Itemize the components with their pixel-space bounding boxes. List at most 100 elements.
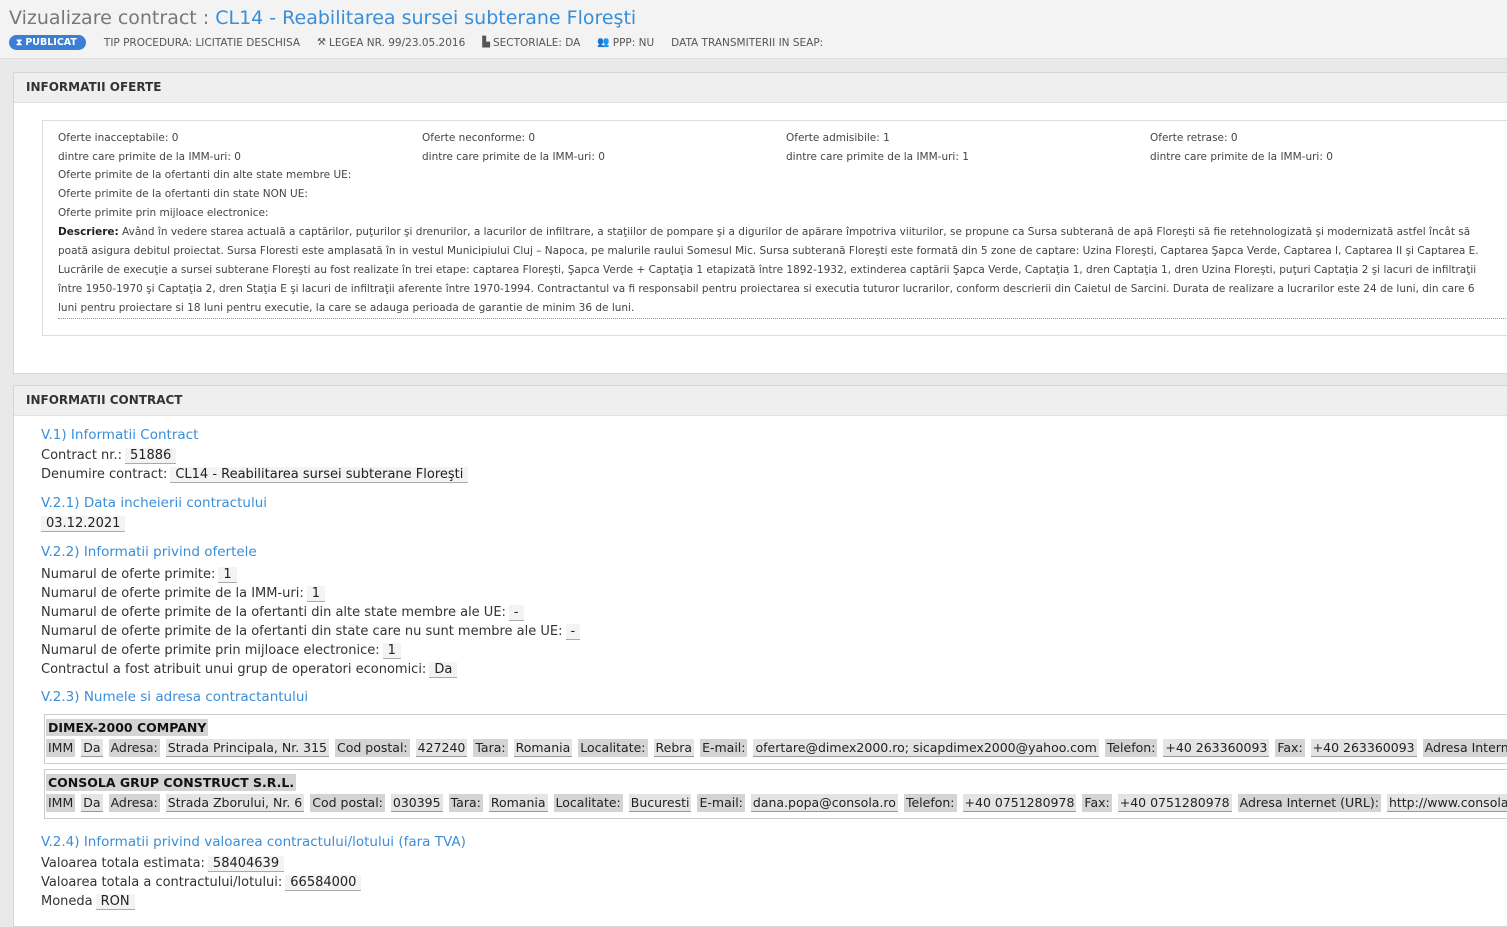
section-v23-heading: V.2.3) Numele si adresa contractantului bbox=[41, 689, 309, 705]
contractor-value: Strada Principala, Nr. 315 bbox=[165, 739, 330, 757]
contractor-value: Romania bbox=[488, 794, 548, 812]
offers-count-cell: Oferte neconforme: 0 bbox=[422, 131, 536, 144]
contractor-field: Tara: bbox=[473, 739, 508, 757]
page-header: Vizualizare contract : CL14 - Reabilitar… bbox=[0, 0, 1507, 59]
grup-label: Contractul a fost atribuit unui grup de … bbox=[41, 662, 427, 677]
contractor-email[interactable]: ofertare@dimex2000.ro; sicapdimex2000@ya… bbox=[753, 739, 1099, 757]
contractor-name: DIMEX-2000 COMPANY bbox=[46, 719, 209, 736]
grup-value: Da bbox=[429, 662, 458, 678]
industry-icon: ▙ bbox=[482, 37, 490, 48]
contractor-field: Cod postal: bbox=[310, 794, 385, 812]
ppp-label: PPP: NU bbox=[612, 36, 655, 49]
nr-ue-label: Numarul de oferte primite de la ofertant… bbox=[41, 605, 506, 620]
moneda-value: RON bbox=[95, 894, 135, 910]
contractor-value: +40 263360093 bbox=[1163, 739, 1270, 757]
val-estimata-field: Valoarea totala estimata: 58404639 bbox=[41, 856, 285, 872]
section-v24-heading: V.2.4) Informatii privind valoarea contr… bbox=[41, 834, 466, 850]
offers-info-box: Oferte inacceptabile: 0 Oferte neconform… bbox=[42, 120, 1507, 336]
contractor-field: Adresa: bbox=[108, 739, 160, 757]
val-totala-field: Valoarea totala a contractului/lotului: 6… bbox=[41, 875, 362, 891]
contract-nr-value: 51886 bbox=[124, 448, 177, 464]
offers-description: Descriere: Având în vedere starea actual… bbox=[58, 223, 1488, 318]
contractor-field: IMM bbox=[46, 794, 76, 812]
offers-lines: Oferte primite de la ofertanti din alte … bbox=[58, 166, 1507, 318]
contractor-card: DIMEX-2000 COMPANY IMM Da Adresa: Strada… bbox=[44, 714, 1507, 764]
offers-imm-cell: dintre care primite de la IMM-uri: 0 bbox=[58, 150, 241, 163]
val-totala-value: 66584000 bbox=[285, 875, 362, 891]
offers-panel: INFORMATII OFERTE Oferte inacceptabile: … bbox=[13, 72, 1507, 374]
nr-oferte-value: 1 bbox=[218, 567, 237, 583]
contractor-field: Fax: bbox=[1082, 794, 1112, 812]
legea-item: ⚒ LEGEA NR. 99/23.05.2016 bbox=[317, 37, 465, 49]
status-badge-label: PUBLICAT bbox=[25, 37, 77, 48]
contractor-email[interactable]: dana.popa@consola.ro bbox=[750, 794, 898, 812]
contractor-card: CONSOLA GRUP CONSTRUCT S.R.L. IMM Da Adr… bbox=[44, 769, 1507, 819]
contract-panel-heading: INFORMATII CONTRACT bbox=[14, 386, 1507, 416]
nr-ue-value: - bbox=[508, 605, 524, 621]
contractor-field: Adresa Internet (URL): bbox=[1422, 739, 1507, 757]
ppp-item: 👥 PPP: NU bbox=[597, 37, 654, 49]
val-estimata-label: Valoarea totala estimata: bbox=[41, 856, 205, 871]
contractor-url[interactable]: http://www.consola.ro/ bbox=[1386, 794, 1507, 812]
contractor-value: 427240 bbox=[415, 739, 468, 757]
section-v1-heading: V.1) Informatii Contract bbox=[41, 427, 199, 443]
page-title: Vizualizare contract : CL14 - Reabilitar… bbox=[9, 7, 636, 29]
nr-non-ue-label: Numarul de oferte primite de la ofertant… bbox=[41, 624, 563, 639]
contractor-details: IMM Da Adresa: Strada Zborului, Nr. 6 Co… bbox=[46, 794, 1507, 812]
contractor-field: Fax: bbox=[1275, 739, 1305, 757]
contractor-field: Tara: bbox=[448, 794, 483, 812]
val-totala-label: Valoarea totala a contractului/lotului: bbox=[41, 875, 283, 890]
users-icon: 👥 bbox=[597, 37, 610, 48]
offers-count-cell: Oferte admisibile: 1 bbox=[786, 131, 890, 144]
data-field: 03.12.2021 bbox=[41, 516, 126, 532]
offers-imm-row: dintre care primite de la IMM-uri: 0 din… bbox=[58, 147, 1507, 166]
offers-counts-grid: Oferte inacceptabile: 0 Oferte neconform… bbox=[58, 128, 1507, 166]
contract-panel: INFORMATII CONTRACT V.1) Informatii Cont… bbox=[13, 385, 1507, 927]
moneda-label: Moneda bbox=[41, 894, 93, 909]
contractor-field: Cod postal: bbox=[335, 739, 410, 757]
contractor-value: +40 0751280978 bbox=[962, 794, 1077, 812]
nr-oferte-label: Numarul de oferte primite: bbox=[41, 567, 216, 582]
nr-electronic-label: Numarul de oferte primite prin mijloace … bbox=[41, 643, 380, 658]
section-v21-heading: V.2.1) Data incheierii contractului bbox=[41, 495, 268, 511]
denumire-value: CL14 - Reabilitarea sursei subterane Flo… bbox=[170, 467, 469, 483]
contractor-field: Telefon: bbox=[1104, 739, 1158, 757]
contractor-field: Adresa: bbox=[108, 794, 160, 812]
data-transmiterii: DATA TRANSMITERII IN SEAP: bbox=[671, 36, 824, 49]
offers-non-ue-line: Oferte primite de la ofertanti din state… bbox=[58, 188, 308, 200]
nr-ue-field: Numarul de oferte primite de la ofertant… bbox=[41, 605, 524, 621]
contractor-value: 030395 bbox=[390, 794, 443, 812]
val-estimata-value: 58404639 bbox=[207, 856, 285, 872]
denumire-field: Denumire contract: CL14 - Reabilitarea su… bbox=[41, 467, 469, 483]
offers-counts-row: Oferte inacceptabile: 0 Oferte neconform… bbox=[58, 128, 1507, 147]
contractor-field: E-mail: bbox=[697, 794, 745, 812]
nr-non-ue-field: Numarul de oferte primite de la ofertant… bbox=[41, 624, 581, 640]
contractor-value: Rebra bbox=[653, 739, 695, 757]
offers-imm-cell: dintre care primite de la IMM-uri: 1 bbox=[786, 150, 969, 163]
nr-imm-field: Numarul de oferte primite de la IMM-uri:… bbox=[41, 586, 326, 602]
nr-non-ue-value: - bbox=[565, 624, 581, 640]
tip-procedura: TIP PROCEDURA: LICITATIE DESCHISA bbox=[103, 36, 301, 49]
contractor-field: E-mail: bbox=[700, 739, 748, 757]
contractor-field: IMM bbox=[46, 739, 76, 757]
nr-electronic-value: 1 bbox=[382, 643, 401, 659]
offers-panel-heading: INFORMATII OFERTE bbox=[14, 73, 1507, 103]
description-text: Având în vedere starea actuală a captări… bbox=[58, 226, 1479, 314]
offers-count-cell: Oferte retrase: 0 bbox=[1150, 131, 1238, 144]
contractor-field: Localitate: bbox=[578, 739, 648, 757]
title-contract-name: CL14 - Reabilitarea sursei subterane Flo… bbox=[215, 7, 637, 29]
contractor-value: Da bbox=[81, 794, 103, 812]
nr-imm-label: Numarul de oferte primite de la IMM-uri: bbox=[41, 586, 304, 601]
contractor-field: Localitate: bbox=[553, 794, 623, 812]
description-label: Descriere: bbox=[58, 226, 119, 238]
data-value: 03.12.2021 bbox=[41, 516, 126, 532]
procedure-meta-row: ⧗ PUBLICAT TIP PROCEDURA: LICITATIE DESCH… bbox=[9, 35, 840, 50]
sectoriale-label: SECTORIALE: DA bbox=[492, 36, 581, 49]
moneda-field: Moneda RON bbox=[41, 894, 135, 910]
offers-count-cell: Oferte inacceptabile: 0 bbox=[58, 131, 179, 144]
offers-electronic-line: Oferte primite prin mijloace electronice… bbox=[58, 207, 269, 219]
offers-ue-line: Oferte primite de la ofertanti din alte … bbox=[58, 169, 352, 181]
legea-label: LEGEA NR. 99/23.05.2016 bbox=[329, 36, 466, 49]
dotted-divider bbox=[58, 318, 1507, 319]
hourglass-icon: ⧗ bbox=[16, 37, 23, 48]
